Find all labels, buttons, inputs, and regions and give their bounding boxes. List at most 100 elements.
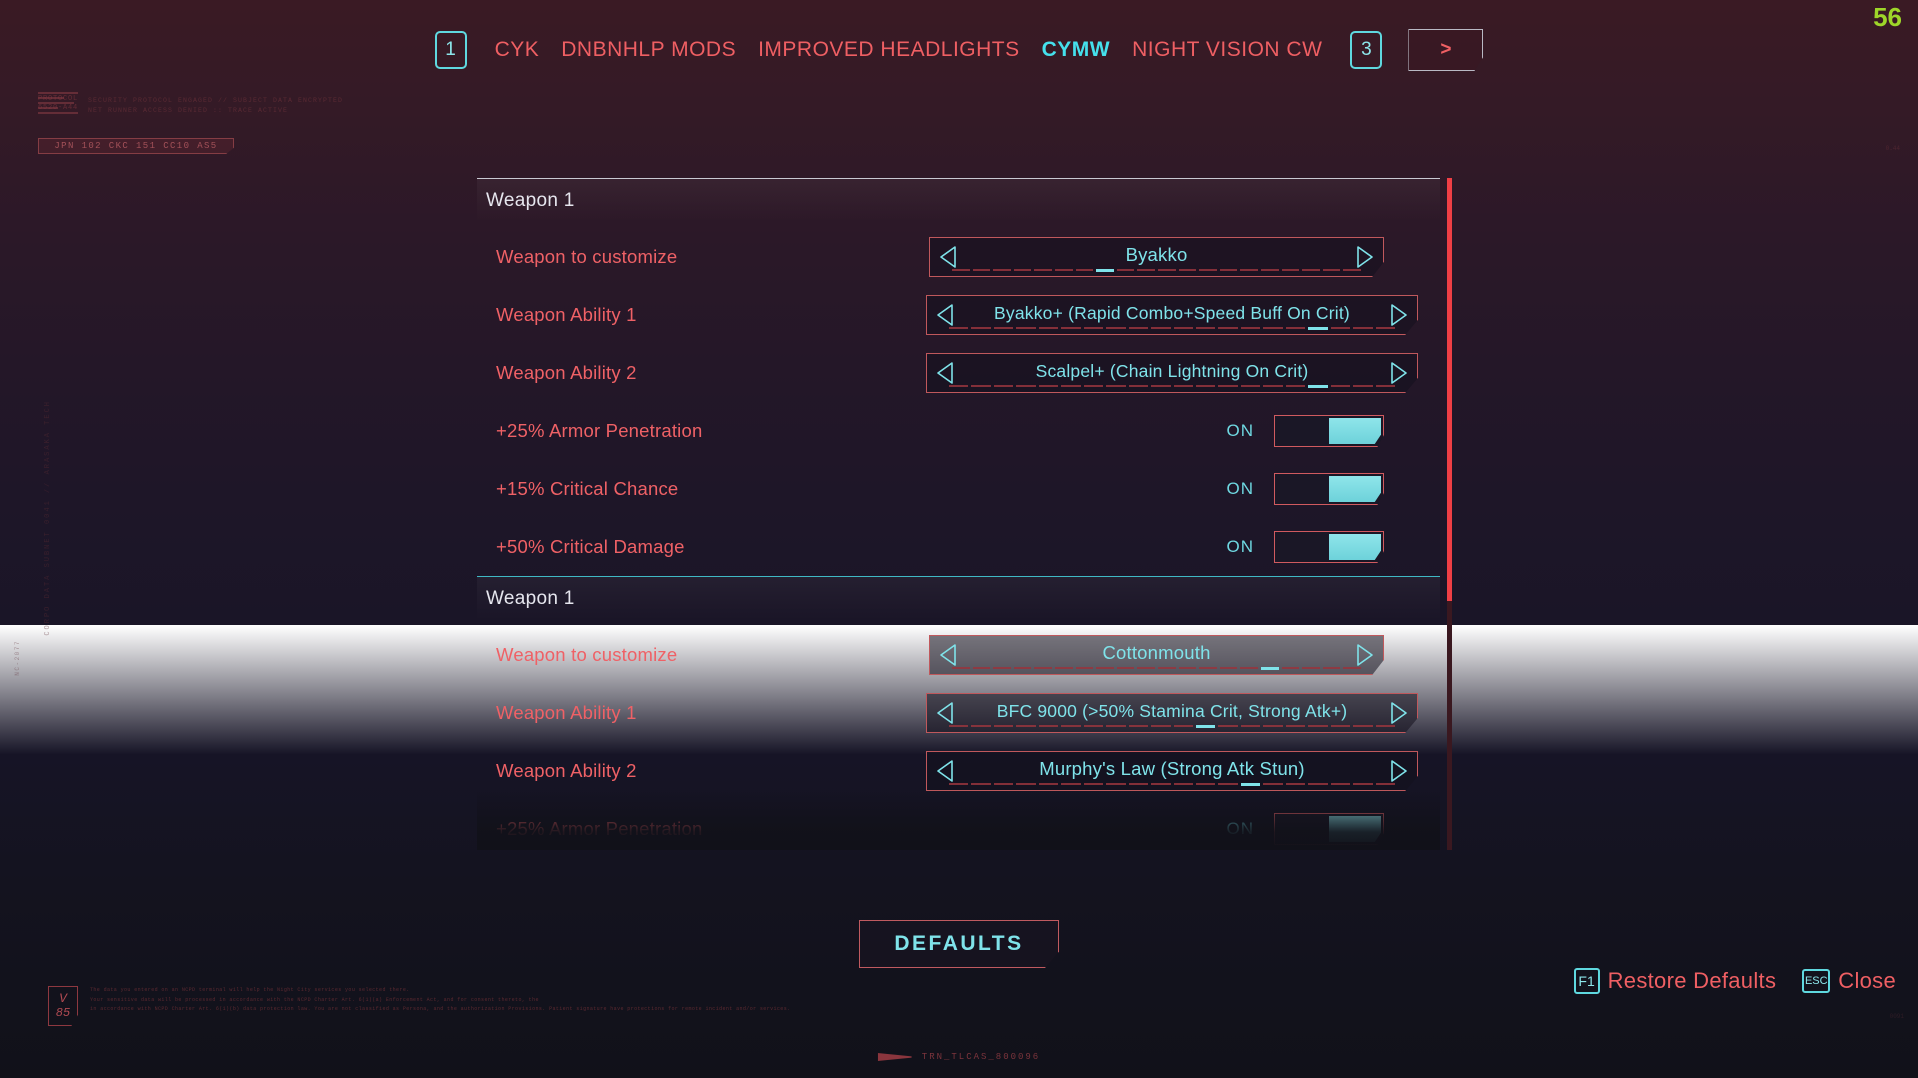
tab-dnbnhlp-mods[interactable]: DNBNHLP MODS	[561, 38, 736, 62]
dash-segment	[1173, 385, 1193, 387]
toggle-switch[interactable]	[1274, 531, 1384, 563]
scrollbar-thumb[interactable]	[1447, 178, 1452, 602]
chevron-right-icon[interactable]	[1354, 245, 1374, 269]
dash-segment	[1106, 385, 1126, 387]
dash-segment	[1195, 725, 1216, 728]
tab-cymw[interactable]: CYMW	[1042, 38, 1111, 62]
dash-segment	[1151, 327, 1171, 329]
dash-segment	[1128, 327, 1149, 329]
setting-label: Weapon to customize	[496, 246, 678, 267]
chevron-left-icon[interactable]	[939, 643, 959, 667]
dash-segment	[1016, 783, 1036, 785]
dash-segment	[952, 667, 970, 669]
dash-segment	[1263, 327, 1283, 329]
settings-scrollbar[interactable]	[1447, 178, 1452, 850]
dash-segment	[1240, 725, 1261, 727]
dash-segment	[1218, 725, 1238, 727]
section-header: Weapon 1	[477, 178, 1440, 222]
toggle-switch[interactable]	[1274, 473, 1384, 505]
close-hint[interactable]: ESC Close	[1802, 968, 1896, 994]
dash-segment	[1353, 327, 1373, 329]
toggle-switch[interactable]	[1274, 813, 1384, 845]
next-page-button[interactable]: >	[1408, 29, 1484, 71]
dash-segment	[1106, 725, 1126, 727]
dash-segment	[1075, 269, 1094, 271]
dash-segment	[1054, 269, 1073, 271]
selector-widget[interactable]: Byakko+ (Rapid Combo+Speed Buff On Crit)	[926, 295, 1418, 335]
dash-segment	[1330, 385, 1351, 387]
dash-segment	[1330, 327, 1351, 329]
deco-trn-code: TRN_TLCAS_800096	[877, 1052, 1041, 1062]
selector-widget[interactable]: Byakko	[929, 237, 1384, 277]
dash-segment	[993, 667, 1011, 669]
dash-segment	[1128, 725, 1149, 727]
dash-segment	[1308, 783, 1328, 785]
selector-widget[interactable]: Scalpel+ (Chain Lightning On Crit)	[926, 353, 1418, 393]
dash-segment	[1375, 725, 1396, 727]
toggle-knob	[1329, 816, 1381, 842]
tab-night-vision-cw[interactable]: NIGHT VISION CW	[1132, 38, 1322, 62]
restore-defaults-hint[interactable]: F1 Restore Defaults	[1573, 968, 1777, 994]
setting-row: +50% Critical Damage ON	[477, 518, 1440, 576]
mod-tab-bar: 1 CYK DNBNHLP MODS IMPROVED HEADLIGHTS CYMW…	[0, 26, 1918, 74]
dash-segment	[1157, 667, 1176, 669]
deco-right-tick-2: 0091	[1889, 1013, 1904, 1020]
chevron-right-icon[interactable]	[1388, 303, 1408, 327]
dash-segment	[1218, 327, 1238, 329]
dash-segment	[1240, 667, 1258, 669]
dash-segment	[971, 725, 991, 727]
setting-row: Weapon Ability 2 Scalpel+ (Chain Lightnin…	[477, 344, 1440, 402]
dash-segment	[1195, 385, 1216, 387]
tab-improved-headlights[interactable]: IMPROVED HEADLIGHTS	[758, 38, 1020, 62]
chevron-right-icon[interactable]	[1354, 643, 1374, 667]
section-title: Weapon 1	[486, 189, 575, 211]
settings-panel: Weapon 1 Weapon to customize Byakko Weapon …	[477, 178, 1440, 850]
chevron-left-icon[interactable]	[939, 245, 959, 269]
dash-segment	[1116, 667, 1135, 669]
dash-segment	[952, 269, 970, 271]
f1-keycap-icon: F1	[1573, 968, 1600, 994]
selector-widget[interactable]: Murphy's Law (Strong Atk Stun)	[926, 751, 1418, 791]
selector-widget[interactable]: BFC 9000 (>50% Stamina Crit, Strong Atk+…	[926, 693, 1418, 733]
section-rows: Weapon to customize Byakko Weapon Ability …	[477, 222, 1440, 576]
setting-row: +25% Armor Penetration ON	[477, 402, 1440, 460]
deco-id-badge: JPN 102 CKC 151 CC10 AS5	[38, 138, 234, 154]
tab-cyk[interactable]: CYK	[495, 38, 540, 62]
dash-segment	[1218, 385, 1238, 387]
dash-segment	[949, 385, 969, 387]
selector-position-indicator	[952, 667, 1361, 670]
selector-value: Byakko	[1125, 244, 1188, 265]
dash-segment	[1263, 385, 1283, 387]
selector-widget[interactable]: Cottonmouth	[929, 635, 1384, 675]
chevron-left-icon[interactable]	[936, 701, 956, 725]
deco-protocol-text: PROTOCOL 6520-A44	[38, 95, 79, 113]
deco-right-tick: 0.44	[1885, 145, 1900, 152]
chevron-left-icon[interactable]	[936, 361, 956, 385]
selector-position-indicator	[949, 783, 1396, 786]
dash-segment	[1128, 385, 1149, 387]
dash-segment	[972, 269, 991, 271]
chevron-right-icon[interactable]	[1388, 361, 1408, 385]
dash-segment	[1075, 667, 1094, 669]
chevron-left-icon[interactable]	[936, 303, 956, 327]
dash-segment	[1285, 385, 1306, 387]
section-title: Weapon 1	[486, 587, 575, 609]
selector-value: Cottonmouth	[1102, 642, 1211, 663]
dash-segment	[1199, 269, 1217, 271]
setting-label: +25% Armor Penetration	[496, 818, 703, 839]
dash-segment	[1195, 783, 1216, 785]
dash-segment	[1016, 725, 1036, 727]
toggle-switch[interactable]	[1274, 415, 1384, 447]
dash-segment	[1281, 667, 1300, 669]
dash-segment	[971, 783, 991, 785]
deco-trn-label: TRN_TLCAS_800096	[921, 1052, 1041, 1062]
chevron-right-icon[interactable]	[1388, 701, 1408, 725]
selector-position-indicator	[949, 327, 1396, 330]
chevron-right-icon[interactable]	[1388, 759, 1408, 783]
toggle-state-label: ON	[1226, 537, 1254, 556]
setting-row: +15% Critical Chance ON	[477, 460, 1440, 518]
defaults-button[interactable]: DEFAULTS	[859, 920, 1059, 968]
dash-segment	[1061, 385, 1081, 387]
dash-segment	[1061, 725, 1081, 727]
chevron-left-icon[interactable]	[936, 759, 956, 783]
